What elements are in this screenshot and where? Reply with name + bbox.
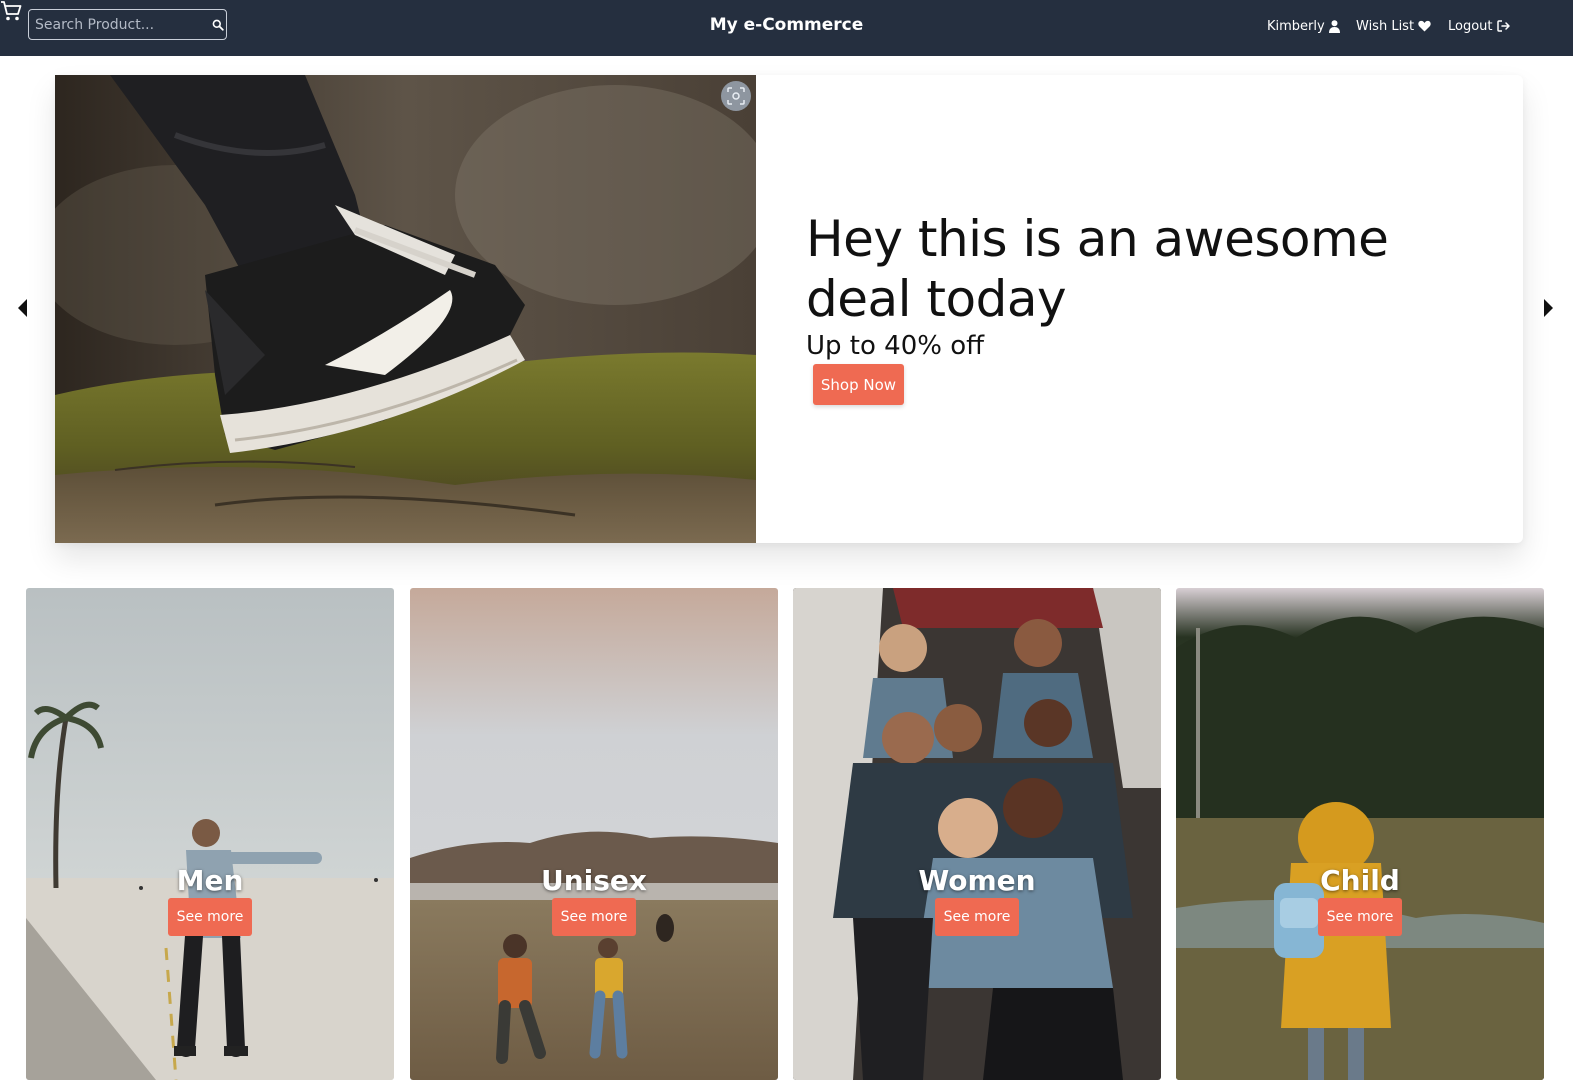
category-card-unisex[interactable]: Unisex See more xyxy=(410,588,778,1080)
carousel-prev-button[interactable] xyxy=(3,280,43,336)
hero-subtitle: Up to 40% off xyxy=(806,331,985,361)
carousel-next-button[interactable] xyxy=(1528,280,1568,336)
hero-text: Hey this is an awesome deal today Up to … xyxy=(806,209,1486,361)
search-box xyxy=(28,9,227,40)
category-card-women[interactable]: Women See more xyxy=(793,588,1161,1080)
logout-label: Logout xyxy=(1448,18,1493,34)
wishlist-link[interactable]: Wish List xyxy=(1356,17,1431,35)
category-title-unisex: Unisex xyxy=(541,864,647,897)
category-image-unisex xyxy=(410,588,778,1080)
caret-right-icon xyxy=(1544,299,1553,317)
search-icon[interactable] xyxy=(209,10,226,39)
cart-icon xyxy=(1,1,22,21)
hero-image xyxy=(55,75,756,543)
hero-title: Hey this is an awesome deal today xyxy=(806,210,1389,328)
category-title-women: Women xyxy=(918,864,1036,897)
brand-title[interactable]: My e-Commerce xyxy=(710,15,864,35)
see-more-unisex-button[interactable]: See more xyxy=(552,898,636,936)
hero-banner: Hey this is an awesome deal today Up to … xyxy=(55,75,1523,543)
see-more-women-button[interactable]: See more xyxy=(935,898,1019,936)
user-icon xyxy=(1328,19,1340,33)
category-card-men[interactable]: Men See more xyxy=(26,588,394,1080)
category-image-men xyxy=(26,588,394,1080)
top-navbar: My e-Commerce Kimberly Wish List Logout xyxy=(0,0,1573,56)
caret-left-icon xyxy=(18,299,27,317)
image-search-button[interactable] xyxy=(721,81,751,111)
category-title-child: Child xyxy=(1320,864,1400,897)
category-image-child xyxy=(1176,588,1544,1080)
see-more-child-button[interactable]: See more xyxy=(1318,898,1402,936)
see-more-men-button[interactable]: See more xyxy=(168,898,252,936)
user-name: Kimberly xyxy=(1267,18,1325,34)
sign-out-icon xyxy=(1496,20,1510,32)
heart-icon xyxy=(1418,20,1431,32)
category-card-child[interactable]: Child See more xyxy=(1176,588,1544,1080)
category-image-women xyxy=(793,588,1161,1080)
cart-button[interactable] xyxy=(0,0,22,22)
image-search-icon xyxy=(727,87,745,105)
user-menu-link[interactable]: Kimberly xyxy=(1267,17,1340,35)
wishlist-label: Wish List xyxy=(1356,18,1415,34)
category-title-men: Men xyxy=(176,864,244,897)
search-input[interactable] xyxy=(29,10,209,39)
logout-link[interactable]: Logout xyxy=(1448,17,1511,35)
shop-now-button[interactable]: Shop Now xyxy=(813,364,904,405)
